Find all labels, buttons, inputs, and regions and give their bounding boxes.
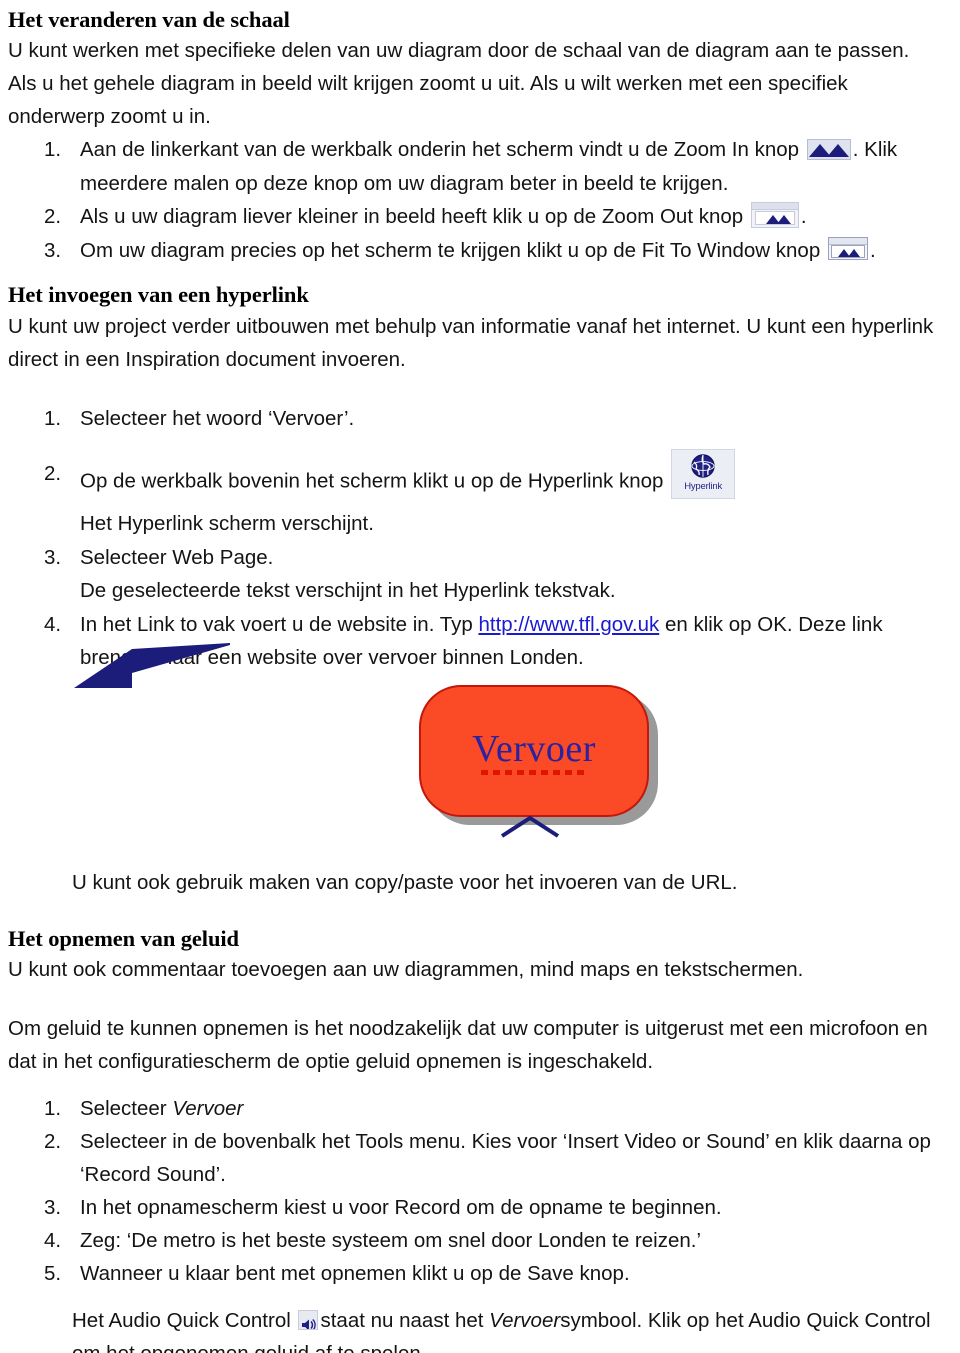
vervoer-shape[interactable]: Vervoer: [419, 684, 649, 817]
step-text-after: .: [869, 238, 876, 262]
hyperlink-icon-caption: Hyperlink: [684, 481, 723, 493]
step-text: Zeg: ‘De metro is het beste systeem om s…: [80, 1229, 702, 1253]
arrow-incoming-icon: [74, 642, 230, 688]
icon-canvas: [830, 245, 865, 259]
step-text-before: In het Link to vak voert u de website in…: [80, 612, 473, 636]
step-text-after: .: [800, 205, 807, 229]
step-marker: 2.: [44, 462, 62, 486]
zoom-in-icon[interactable]: [806, 138, 851, 160]
step-zoom-out: 2. Als u uw diagram liever kleiner in bee…: [8, 200, 946, 234]
step-text: Wanneer u klaar bent met opnemen klikt u…: [80, 1262, 630, 1286]
step-zoom-in: 1. Aan de linkerkant van de werkbalk onde…: [8, 133, 946, 200]
icon-canvas: [754, 211, 795, 226]
fit-to-window-icon[interactable]: [827, 237, 868, 261]
closing-text-italic: Vervoer: [489, 1309, 561, 1333]
step-text: Selecteer Web Page.: [80, 545, 274, 569]
mountain-shape: [847, 249, 860, 258]
icon-titlebar: [751, 203, 798, 211]
dashed-underline: [481, 769, 587, 775]
step-speak: 4. Zeg: ‘De metro is het beste systeem om…: [8, 1224, 946, 1257]
zoom-out-icon[interactable]: [750, 202, 799, 229]
step-text-before: Selecteer: [80, 1097, 173, 1121]
step-text: Selecteer het woord ‘Vervoer’.: [80, 406, 355, 430]
step-text-before: Op de werkbalk bovenin het scherm klikt …: [80, 469, 664, 493]
step-text-before: Aan de linkerkant van de werkbalk onderi…: [80, 138, 800, 162]
step-marker: 3.: [44, 1196, 62, 1220]
arrow-outgoing-icon: [500, 815, 560, 838]
vervoer-label-group: Vervoer: [472, 729, 596, 775]
step-marker: 5.: [44, 1262, 62, 1286]
section-heading-schaal: Het veranderen van de schaal: [8, 7, 290, 32]
step-marker: 3.: [44, 238, 62, 262]
step-record: 3. In het opnamescherm kiest u voor Recor…: [8, 1191, 946, 1224]
step-text-before: Om uw diagram precies op het scherm te k…: [80, 238, 821, 262]
vervoer-label: Vervoer: [472, 727, 596, 770]
step-marker: 1.: [44, 138, 62, 162]
closing-text-before: Het Audio Quick Control: [72, 1309, 291, 1333]
mountain-shape: [826, 143, 849, 157]
paragraph-hyperlink-1: U kunt uw project verder uitbouwen met b…: [8, 314, 934, 371]
closing-text-mid: staat nu naast het: [320, 1309, 484, 1333]
mountain-shape: [776, 215, 791, 225]
step-text: In het opnamescherm kiest u voor Record …: [80, 1196, 722, 1220]
vervoer-diagram: Vervoer: [0, 642, 960, 870]
speaker-glyph: [302, 1318, 317, 1329]
step-marker: 4.: [44, 1229, 62, 1253]
step-save: 5. Wanneer u klaar bent met opnemen klikt…: [8, 1257, 946, 1290]
step-tools-menu: 2. Selecteer in de bovenbalk het Tools me…: [8, 1125, 946, 1191]
step-select-word: 1. Selecteer het woord ‘Vervoer’.: [8, 402, 946, 436]
document-page: Het veranderen van de schaal U kunt werk…: [0, 0, 960, 1353]
step-text-italic: Vervoer: [172, 1097, 244, 1121]
step-hyperlink-button: 2. Op de werkbalk bovenin het scherm klik…: [8, 449, 946, 541]
step-marker: 2.: [44, 205, 62, 229]
step-marker: 4.: [44, 612, 62, 636]
closing-paragraph: Het Audio Quick Control staat nu naast h…: [8, 1304, 946, 1353]
step-select-vervoer: 1. Selecteer Vervoer: [8, 1092, 946, 1125]
step-subline: De geselecteerde tekst verschijnt in het…: [80, 579, 616, 603]
icon-titlebar: [828, 238, 867, 246]
globe-icon: [691, 454, 715, 479]
step-marker: 3.: [44, 545, 62, 569]
figure-caption: U kunt ook gebruik maken van copy/paste …: [72, 870, 738, 894]
step-subline: Het Hyperlink scherm verschijnt.: [80, 512, 374, 536]
step-select-web-page: 3. Selecteer Web Page. De geselecteerde t…: [8, 541, 946, 608]
step-marker: 1.: [44, 1097, 62, 1121]
paragraph-geluid-2: Om geluid te kunnen opnemen is het noodz…: [8, 1017, 928, 1074]
steps-list-geluid: 1. Selecteer Vervoer 2. Selecteer in de bo…: [8, 1092, 946, 1290]
tfl-website-link[interactable]: http://www.tfl.gov.uk: [478, 613, 659, 636]
audio-speaker-icon[interactable]: [298, 1309, 319, 1330]
step-marker: 1.: [44, 406, 62, 430]
steps-list-schaal: 1. Aan de linkerkant van de werkbalk onde…: [8, 133, 946, 267]
step-text-before: Als u uw diagram liever kleiner in beeld…: [80, 205, 744, 229]
section-heading-hyperlink: Het invoegen van een hyperlink: [8, 282, 309, 308]
paragraph-schaal-1: U kunt werken met specifieke delen van u…: [8, 39, 910, 63]
hyperlink-icon[interactable]: Hyperlink: [671, 449, 736, 500]
paragraph-geluid-1: U kunt ook commentaar toevoegen aan uw d…: [8, 958, 804, 982]
section-heading-geluid: Het opnemen van geluid: [8, 925, 239, 951]
step-fit-to-window: 3. Om uw diagram precies op het scherm te…: [8, 234, 946, 268]
step-marker: 2.: [44, 1130, 62, 1154]
paragraph-schaal-2: Als u het gehele diagram in beeld wilt k…: [8, 72, 848, 129]
step-text: Selecteer in de bovenbalk het Tools menu…: [80, 1130, 931, 1187]
steps-list-hyperlink: 1. Selecteer het woord ‘Vervoer’. 2. Op de…: [8, 402, 946, 675]
